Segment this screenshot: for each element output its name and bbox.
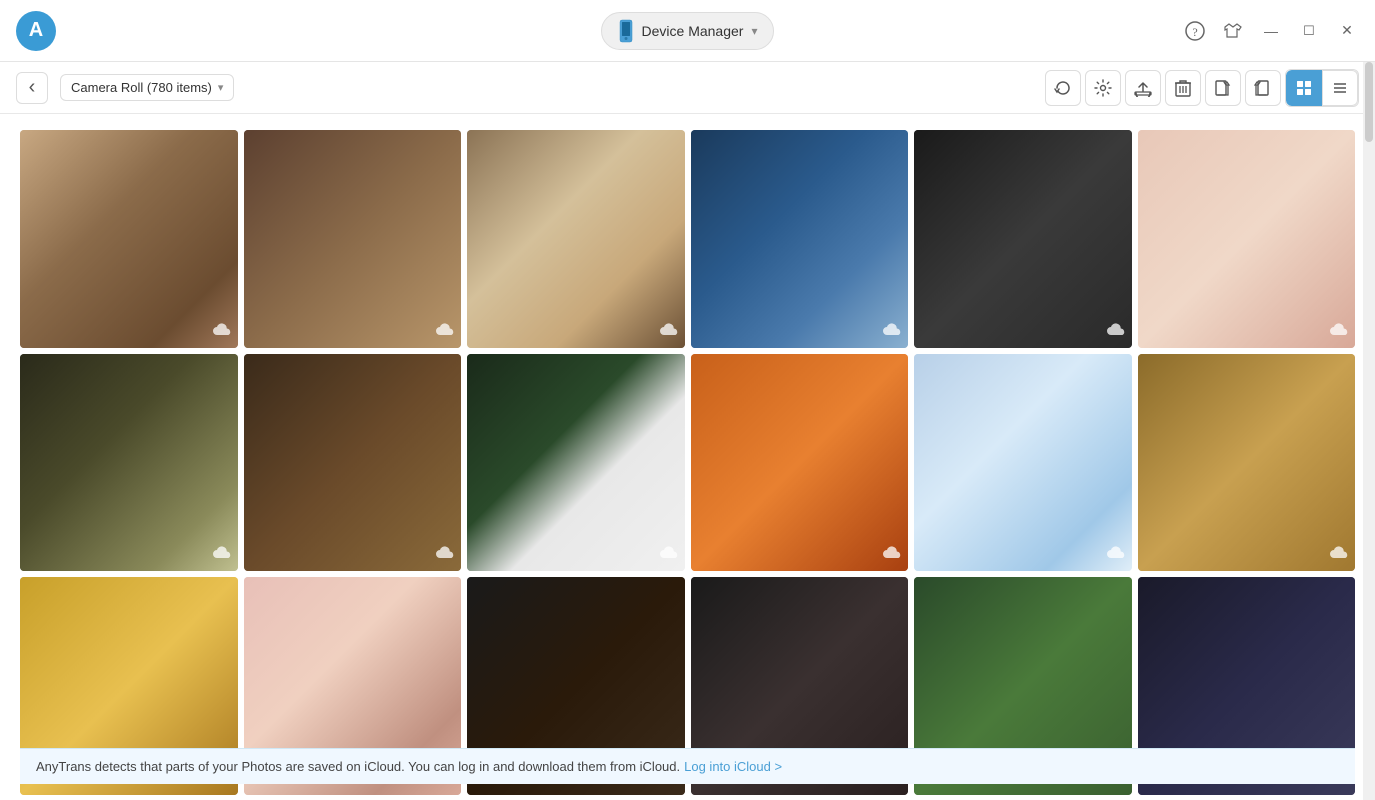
bottom-banner: AnyTrans detects that parts of your Phot… xyxy=(20,748,1355,784)
photo-item[interactable] xyxy=(691,130,909,348)
photo-item[interactable] xyxy=(691,354,909,572)
app-logo: A xyxy=(16,11,56,51)
export-icon xyxy=(1214,79,1232,97)
photo-item[interactable] xyxy=(20,130,238,348)
delete-button[interactable] xyxy=(1165,70,1201,106)
photo-grid xyxy=(20,130,1355,800)
banner-text: AnyTrans detects that parts of your Phot… xyxy=(36,759,680,774)
photo-item[interactable] xyxy=(467,130,685,348)
device-manager-button[interactable]: Device Manager ▾ xyxy=(601,12,775,50)
minimize-icon: — xyxy=(1264,24,1278,38)
title-bar-center: Device Manager ▾ xyxy=(601,12,775,50)
shirt-icon xyxy=(1223,21,1243,41)
cloud-icon xyxy=(1329,322,1349,342)
photo-item[interactable] xyxy=(914,354,1132,572)
back-button[interactable]: ‹ xyxy=(16,72,48,104)
svg-text:?: ? xyxy=(1192,25,1197,39)
cloud-icon xyxy=(1329,545,1349,565)
cloud-icon xyxy=(659,322,679,342)
photo-item[interactable] xyxy=(244,130,462,348)
toolbar: ‹ Camera Roll (780 items) ▾ xyxy=(0,62,1375,114)
photo-grid-container[interactable]: AnyTrans detects that parts of your Phot… xyxy=(0,114,1375,800)
shirt-button[interactable] xyxy=(1221,19,1245,43)
delete-icon xyxy=(1175,79,1191,97)
photo-item[interactable] xyxy=(1138,354,1356,572)
import-icon xyxy=(1254,79,1272,97)
icloud-login-link[interactable]: Log into iCloud > xyxy=(684,759,782,774)
photo-item[interactable] xyxy=(20,354,238,572)
scrollbar[interactable] xyxy=(1363,62,1375,800)
photo-item[interactable] xyxy=(467,354,685,572)
cloud-icon xyxy=(1106,545,1126,565)
cloud-icon xyxy=(212,545,232,565)
folder-label: Camera Roll (780 items) xyxy=(71,80,212,95)
cloud-icon xyxy=(882,545,902,565)
back-icon: ‹ xyxy=(29,76,36,99)
list-view-button[interactable] xyxy=(1322,70,1358,106)
device-manager-chevron: ▾ xyxy=(751,24,757,38)
maximize-button[interactable]: ☐ xyxy=(1297,19,1321,43)
cloud-icon xyxy=(1106,322,1126,342)
export-button[interactable] xyxy=(1205,70,1241,106)
refresh-button[interactable] xyxy=(1045,70,1081,106)
cloud-icon xyxy=(882,322,902,342)
photo-item[interactable] xyxy=(914,130,1132,348)
cloud-icon xyxy=(435,545,455,565)
photo-item[interactable] xyxy=(244,354,462,572)
grid-view-button[interactable] xyxy=(1286,70,1322,106)
title-bar: A Device Manager ▾ ? — xyxy=(0,0,1375,62)
cloud-icon xyxy=(659,545,679,565)
folder-chevron: ▾ xyxy=(218,81,224,94)
photo-item[interactable] xyxy=(1138,130,1356,348)
title-bar-left: A xyxy=(16,11,56,51)
cloud-icon xyxy=(212,322,232,342)
list-view-icon xyxy=(1332,80,1348,96)
minimize-button[interactable]: — xyxy=(1259,19,1283,43)
folder-selector[interactable]: Camera Roll (780 items) ▾ xyxy=(60,74,234,101)
upload-button[interactable] xyxy=(1125,70,1161,106)
settings-button[interactable] xyxy=(1085,70,1121,106)
close-icon: ✕ xyxy=(1341,22,1353,39)
grid-view-icon xyxy=(1296,80,1312,96)
phone-icon xyxy=(618,19,634,43)
help-button[interactable]: ? xyxy=(1183,19,1207,43)
title-bar-right: ? — ☐ ✕ xyxy=(1183,19,1359,43)
view-toggle xyxy=(1285,69,1359,107)
settings-icon xyxy=(1094,79,1112,97)
upload-icon xyxy=(1134,79,1152,97)
device-manager-label: Device Manager xyxy=(642,23,744,39)
toolbar-actions xyxy=(1045,69,1359,107)
maximize-icon: ☐ xyxy=(1303,23,1315,39)
import-button[interactable] xyxy=(1245,70,1281,106)
cloud-icon xyxy=(435,322,455,342)
scrollbar-thumb[interactable] xyxy=(1365,62,1373,142)
close-button[interactable]: ✕ xyxy=(1335,19,1359,43)
refresh-icon xyxy=(1054,79,1072,97)
help-icon: ? xyxy=(1185,21,1205,41)
